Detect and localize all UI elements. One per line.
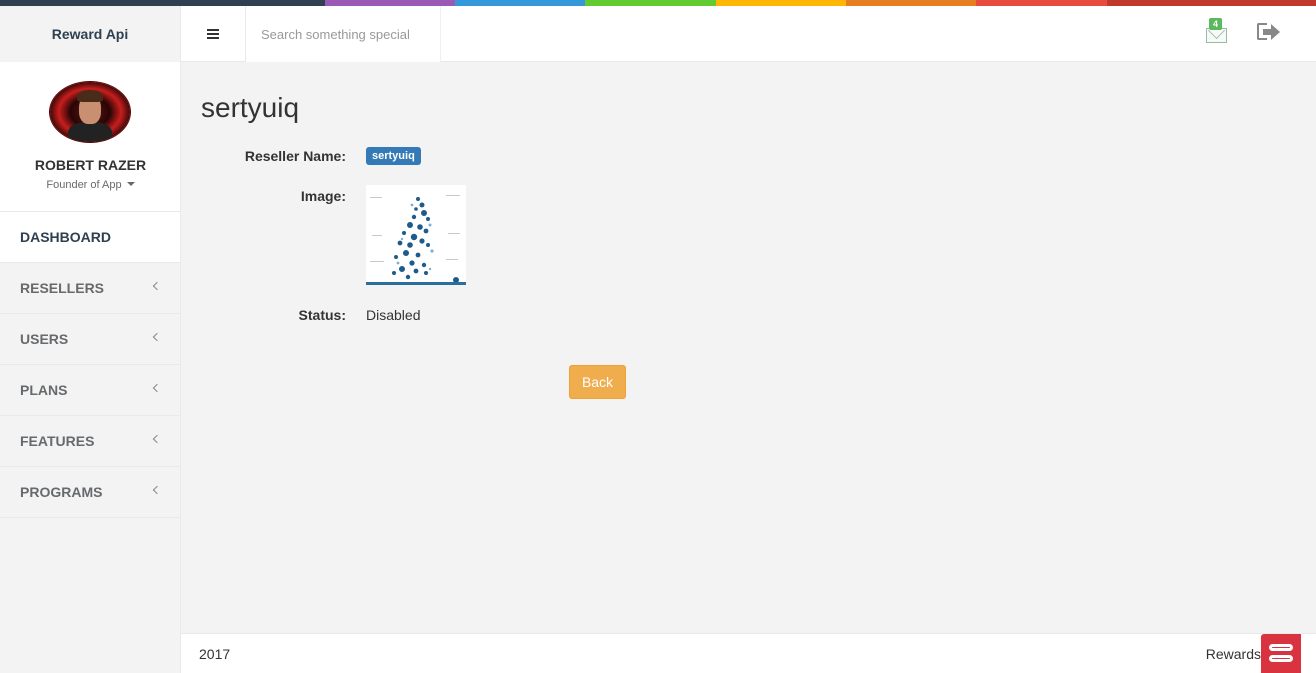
profile-role: Founder of App xyxy=(46,179,122,191)
sidebar-item-label: RESELLERS xyxy=(20,280,105,296)
top-navbar: Reward Api 4 xyxy=(0,6,1316,62)
sidebar-item-users[interactable]: USERS xyxy=(0,314,180,365)
hamburger-icon xyxy=(207,29,219,39)
chevron-left-icon xyxy=(152,485,162,495)
page-title: sertyuiq xyxy=(201,92,300,123)
status-value: Disabled xyxy=(366,307,421,323)
footer-brand: Rewards xyxy=(1205,646,1261,662)
profile-role-dropdown[interactable]: Founder of App xyxy=(0,179,181,191)
reseller-name-badge: sertyuiq xyxy=(366,147,421,165)
sidebar-item-dashboard[interactable]: DASHBOARD xyxy=(0,212,180,263)
profile-panel: ROBERT RAZER Founder of App xyxy=(0,62,180,212)
reseller-name-label: Reseller Name: xyxy=(244,148,346,164)
sidebar-item-label: USERS xyxy=(20,331,69,347)
messages-button[interactable]: 4 xyxy=(1204,18,1230,48)
sidebar-item-programs[interactable]: PROGRAMS xyxy=(0,467,180,518)
avatar[interactable] xyxy=(50,82,130,142)
back-button[interactable]: Back xyxy=(569,365,626,399)
sidebar-item-label: FEATURES xyxy=(20,433,95,449)
brand-title[interactable]: Reward Api xyxy=(0,6,181,62)
caret-down-icon xyxy=(126,182,135,186)
sidebar: ROBERT RAZER Founder of App DASHBOARD RE… xyxy=(0,62,181,673)
image-label: Image: xyxy=(300,188,346,204)
message-count-badge: 4 xyxy=(1209,18,1223,30)
sidebar-item-label: PLANS xyxy=(20,382,68,398)
sidebar-item-features[interactable]: FEATURES xyxy=(0,416,180,467)
sidebar-item-label: PROGRAMS xyxy=(20,484,103,500)
footer-year: 2017 xyxy=(199,646,231,662)
envelope-icon xyxy=(1206,28,1227,43)
brand-logo-icon xyxy=(1261,634,1301,673)
main-content: sertyuiq Reseller Name: sertyuiq Image: xyxy=(181,62,1316,633)
chevron-left-icon xyxy=(152,383,162,393)
sidebar-item-label: DASHBOARD xyxy=(20,229,111,245)
search-input[interactable] xyxy=(246,6,441,62)
menu-toggle-button[interactable] xyxy=(181,6,246,62)
sidebar-item-resellers[interactable]: RESELLERS xyxy=(0,263,180,314)
sidebar-item-plans[interactable]: PLANS xyxy=(0,365,180,416)
splash-image xyxy=(366,185,466,285)
profile-name: ROBERT RAZER xyxy=(34,157,147,173)
chevron-left-icon xyxy=(152,332,162,342)
logout-button[interactable] xyxy=(1257,21,1281,43)
chevron-left-icon xyxy=(152,281,162,291)
chevron-left-icon xyxy=(152,434,162,444)
reseller-image xyxy=(366,185,466,285)
footer: 2017 Rewards xyxy=(181,633,1316,673)
status-label: Status: xyxy=(298,307,346,323)
